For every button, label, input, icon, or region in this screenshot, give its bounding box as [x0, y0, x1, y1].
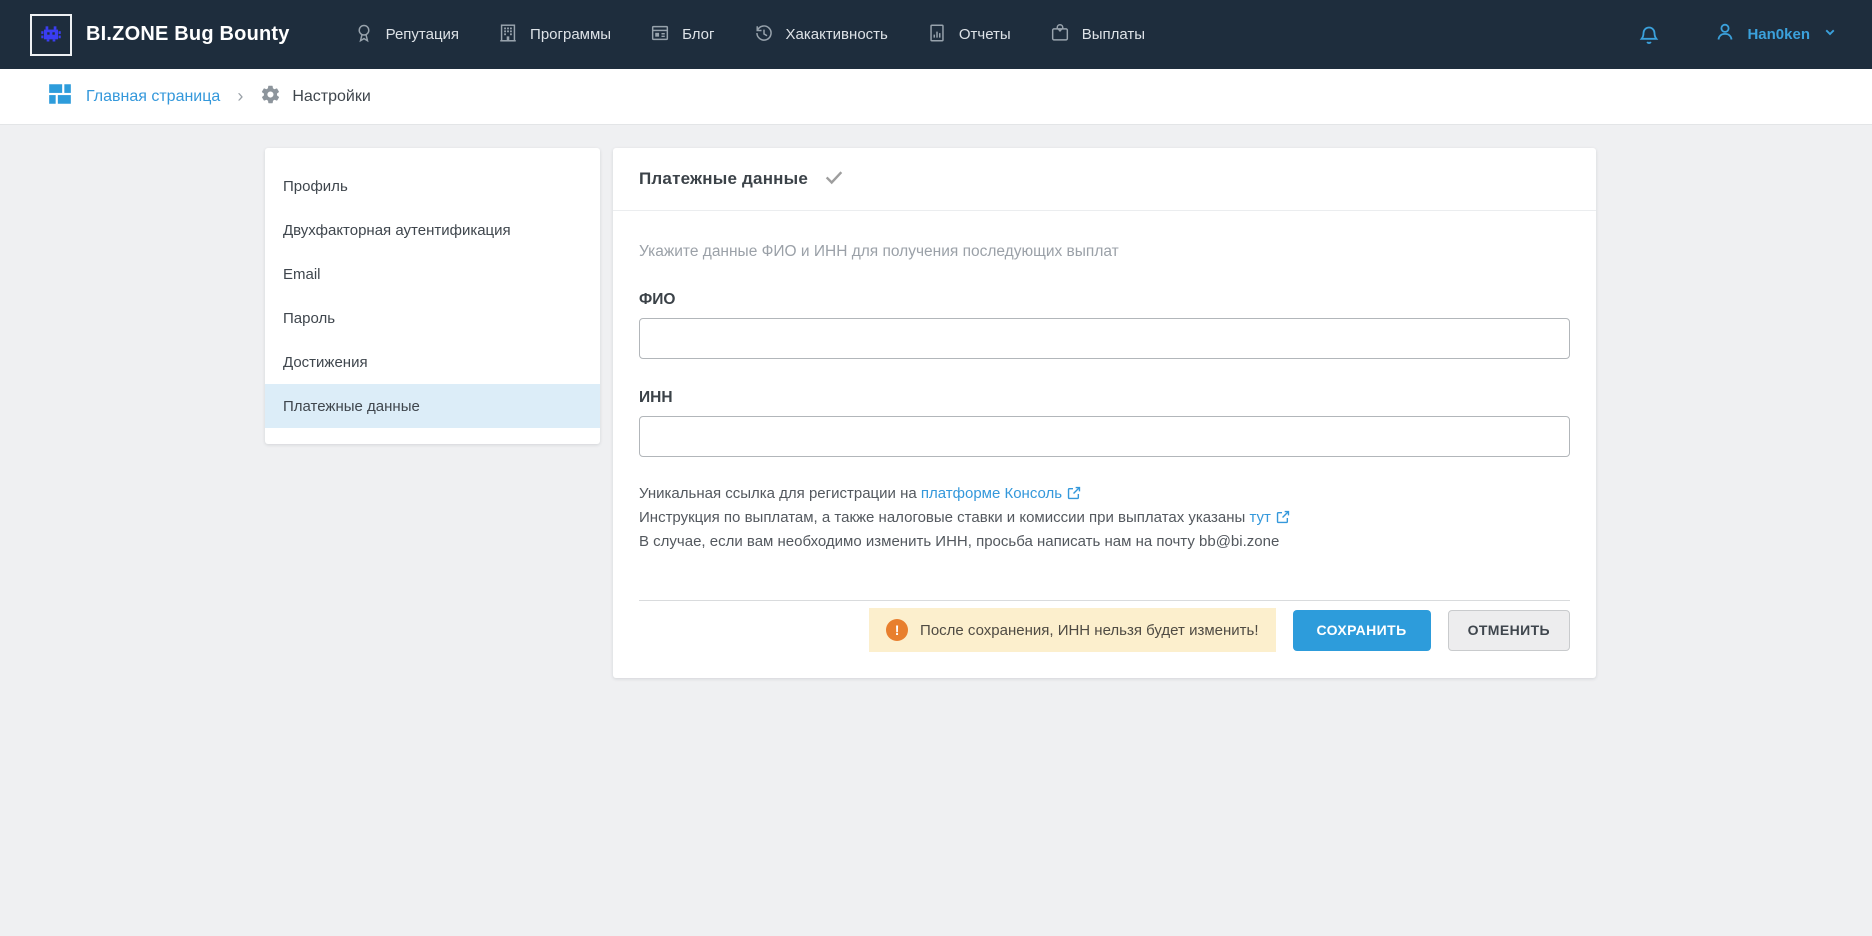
- medal-icon: [353, 22, 375, 48]
- nav-item-label: Программы: [530, 26, 611, 43]
- note-line-2: Инструкция по выплатам, а также налоговы…: [639, 507, 1570, 531]
- save-button[interactable]: СОХРАНИТЬ: [1293, 610, 1431, 651]
- panel-header: Платежные данные: [613, 148, 1596, 211]
- payment-data-panel: Платежные данные Укажите данные ФИО и ИН…: [613, 148, 1596, 678]
- bag-icon: [1049, 22, 1071, 48]
- sidebar-item-payment-data[interactable]: Платежные данные: [265, 384, 600, 428]
- warning-text: После сохранения, ИНН нельзя будет измен…: [920, 622, 1258, 639]
- user-icon: [1713, 20, 1737, 49]
- main-nav-menu: Репутация Программы: [334, 0, 1164, 69]
- notifications-bell-icon[interactable]: [1637, 23, 1661, 47]
- external-link-icon[interactable]: [1066, 485, 1082, 507]
- nav-item-programs[interactable]: Программы: [478, 0, 630, 69]
- nav-item-label: Хакактивность: [786, 26, 888, 43]
- inn-warning-banner: ! После сохранения, ИНН нельзя будет изм…: [869, 608, 1275, 652]
- nav-item-reports[interactable]: Отчеты: [907, 0, 1030, 69]
- note-line-1: Уникальная ссылка для регистрации на пла…: [639, 483, 1570, 507]
- nav-item-label: Отчеты: [959, 26, 1011, 43]
- check-icon: [823, 166, 845, 193]
- content-area: Профиль Двухфакторная аутентификация Ema…: [0, 125, 1872, 936]
- breadcrumb-current-label: Настройки: [292, 88, 370, 106]
- nav-item-blog[interactable]: Блог: [630, 0, 733, 69]
- breadcrumb-home-link[interactable]: Главная страница: [47, 81, 220, 112]
- breadcrumb: Главная страница › Настройки: [0, 69, 1872, 125]
- history-icon: [753, 22, 775, 48]
- note-line-3: В случае, если вам необходимо изменить И…: [639, 531, 1570, 552]
- sidebar-item-profile[interactable]: Профиль: [265, 164, 600, 208]
- notes-block: Уникальная ссылка для регистрации на пла…: [639, 483, 1570, 552]
- chevron-down-icon: [1820, 22, 1840, 47]
- breadcrumb-home-label: Главная страница: [86, 88, 220, 106]
- username-label: Han0ken: [1747, 26, 1810, 43]
- sidebar-item-achievements[interactable]: Достижения: [265, 340, 600, 384]
- blog-icon: [649, 22, 671, 48]
- footer-divider: [639, 600, 1570, 601]
- settings-sidebar: Профиль Двухфакторная аутентификация Ema…: [265, 148, 600, 444]
- form-description: Укажите данные ФИО и ИНН для получения п…: [639, 243, 1570, 261]
- brand-logo[interactable]: BI.ZONE Bug Bounty: [30, 14, 290, 56]
- panel-body: Укажите данные ФИО и ИНН для получения п…: [613, 211, 1596, 678]
- sidebar-item-email[interactable]: Email: [265, 252, 600, 296]
- building-icon: [497, 22, 519, 48]
- cancel-button[interactable]: ОТМЕНИТЬ: [1448, 610, 1570, 651]
- breadcrumb-separator: ›: [237, 86, 243, 107]
- brand-title: BI.ZONE Bug Bounty: [86, 23, 290, 46]
- breadcrumb-current: Настройки: [260, 84, 370, 110]
- dashboard-grid-icon: [47, 81, 73, 112]
- navbar-right: Han0ken: [1637, 20, 1840, 49]
- nav-item-reputation[interactable]: Репутация: [334, 0, 478, 69]
- console-platform-link[interactable]: платформе Консоль: [921, 485, 1062, 502]
- sidebar-item-2fa[interactable]: Двухфакторная аутентификация: [265, 208, 600, 252]
- nav-item-payouts[interactable]: Выплаты: [1030, 0, 1164, 69]
- nav-item-label: Блог: [682, 26, 714, 43]
- payout-instructions-link[interactable]: тут: [1249, 509, 1270, 526]
- top-navbar: BI.ZONE Bug Bounty Репутация: [0, 0, 1872, 69]
- panel-footer: ! После сохранения, ИНН нельзя будет изм…: [639, 608, 1570, 652]
- nav-item-hackactivity[interactable]: Хакактивность: [734, 0, 907, 69]
- note-text: Уникальная ссылка для регистрации на: [639, 485, 921, 502]
- external-link-icon[interactable]: [1275, 509, 1291, 531]
- inn-input[interactable]: [639, 416, 1570, 457]
- report-icon: [926, 22, 948, 48]
- inn-label: ИНН: [639, 389, 1570, 407]
- user-menu[interactable]: Han0ken: [1713, 20, 1840, 49]
- nav-item-label: Выплаты: [1082, 26, 1145, 43]
- nav-item-label: Репутация: [386, 26, 459, 43]
- panel-title: Платежные данные: [639, 169, 808, 189]
- fio-label: ФИО: [639, 291, 1570, 309]
- warning-exclamation-icon: !: [886, 619, 908, 641]
- bizone-bug-logo-icon: [30, 14, 72, 56]
- note-text: Инструкция по выплатам, а также налоговы…: [639, 509, 1249, 526]
- sidebar-item-password[interactable]: Пароль: [265, 296, 600, 340]
- fio-input[interactable]: [639, 318, 1570, 359]
- gear-icon: [260, 84, 281, 110]
